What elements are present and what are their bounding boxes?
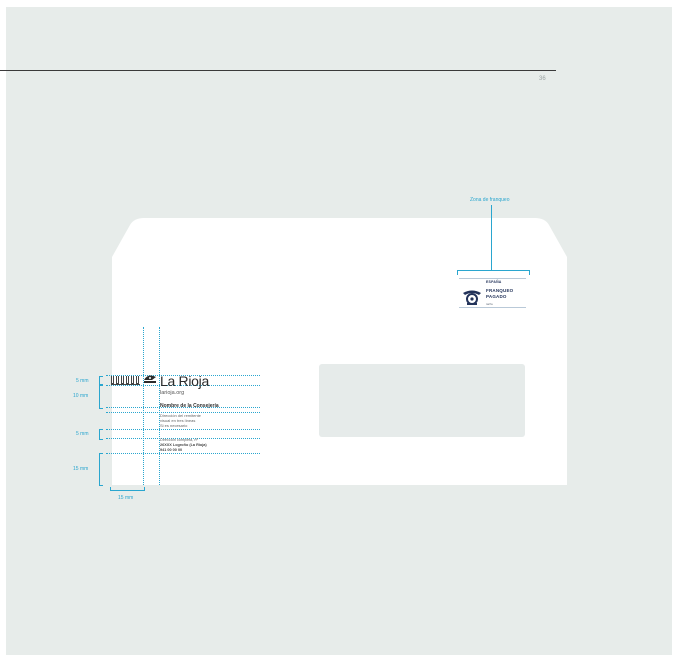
stamp-country: ESPAÑA — [486, 280, 502, 284]
logo-columns-icon — [111, 376, 141, 385]
address-line-1: Dirección completa, nº — [160, 438, 198, 442]
envelope-flap — [112, 218, 567, 258]
stamp-line-1: FRANQUEO — [486, 288, 514, 293]
postage-stamp: ESPAÑA FRANQUEO PAGADO tarifa — [459, 278, 526, 308]
logo-website: larioja.org — [160, 390, 185, 396]
logo-wordmark: La Rioja — [160, 373, 209, 389]
bracket-5mm — [99, 429, 103, 440]
guide-address-base — [106, 453, 260, 454]
measure-15mm-horizontal: 15 mm — [118, 495, 134, 501]
guide-sender — [106, 429, 260, 430]
stamp-line-2: PAGADO — [486, 294, 507, 299]
guide-vertical-left — [143, 327, 144, 485]
stamp-zone-label: Zona de franqueo — [470, 197, 510, 203]
address-line-2: 26XXX Logroño (La Rioja) — [160, 443, 207, 447]
measure-5mm-top: 5 mm — [76, 378, 89, 384]
page-number: 36 — [539, 76, 546, 82]
stamp-zone-bracket — [457, 270, 530, 275]
measure-10mm: 10 mm — [73, 393, 89, 399]
bracket-15mm — [99, 453, 103, 486]
sender-line-3: Si es necesario — [160, 423, 188, 428]
logo-emblem-icon — [144, 375, 156, 383]
department-name: Nombre de la Consejería — [160, 403, 219, 409]
measure-15mm: 15 mm — [73, 466, 89, 472]
post-horn-icon — [463, 290, 481, 305]
bracket-15mm-horizontal — [110, 487, 145, 491]
stamp-zone-pointer — [491, 205, 492, 270]
bracket-10mm — [99, 384, 103, 409]
address-line-3: 941 00 00 00 — [160, 448, 183, 452]
header-rule — [0, 70, 556, 71]
address-window — [319, 364, 525, 437]
stamp-note: tarifa — [486, 302, 493, 306]
measure-5mm: 5 mm — [76, 431, 89, 437]
